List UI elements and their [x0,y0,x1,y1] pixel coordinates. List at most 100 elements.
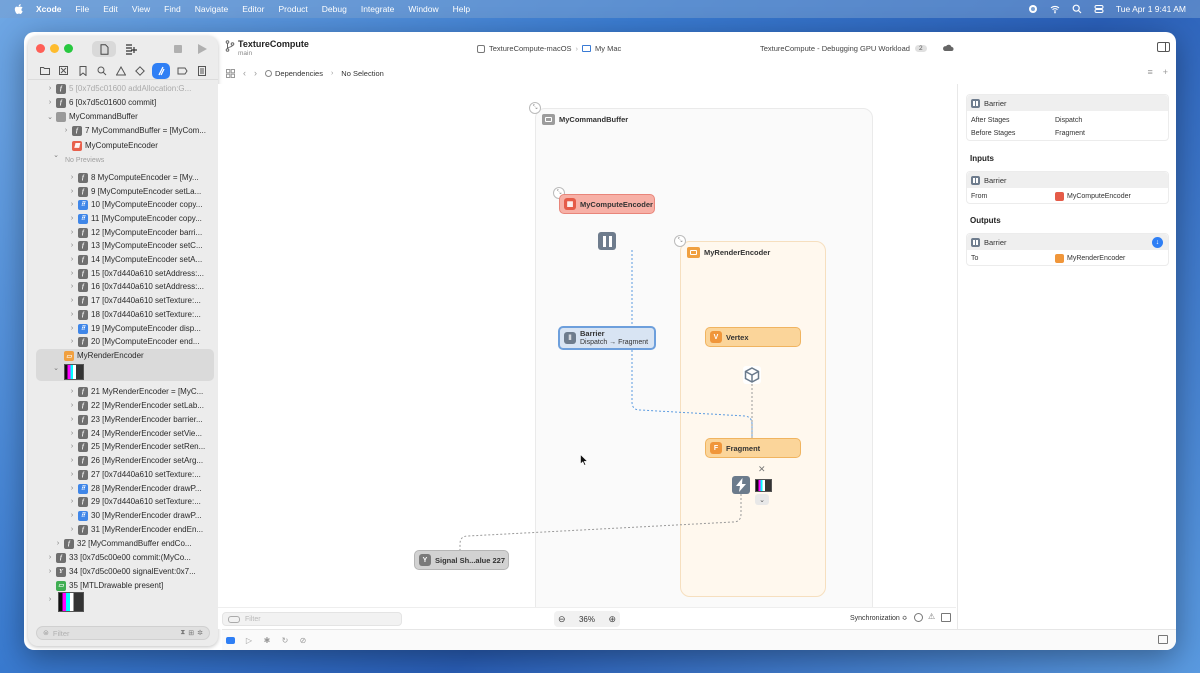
chevron-right-icon[interactable]: › [46,85,54,92]
tab-breakpoints[interactable] [176,64,189,77]
gear-icon[interactable] [914,613,923,622]
barrier-node[interactable]: ‖ Barrier Dispatch → Fragment [558,326,656,350]
chevron-down-icon[interactable]: ⌄ [46,113,54,121]
chevron-right-icon[interactable]: › [54,540,62,547]
chevron-right-icon[interactable]: › [68,471,76,478]
chevron-right-icon[interactable]: › [46,99,54,106]
chevron-right-icon[interactable]: › [68,297,76,304]
dependency-graph-canvas[interactable]: ⤡ MyCommandBuffer ⤡ MyRenderEncoder ⤡ ▦ … [218,84,956,618]
list-item-toggle[interactable]: ⌄ [52,148,60,161]
chevron-right-icon[interactable]: › [68,457,76,464]
back-arrow-icon[interactable]: ‹ [243,68,246,78]
compute-encoder-node[interactable]: ▦ MyComputeEncoder [559,194,655,214]
from-row[interactable]: From MyComputeEncoder [967,190,1168,203]
zoom-in-icon[interactable]: ⊕ [608,614,616,625]
list-item[interactable]: › ⠿ 28 [MyRenderEncoder drawP... [68,482,202,495]
grid-icon[interactable] [226,68,235,78]
drawable-preview-thumbnail[interactable] [58,592,84,612]
run-button[interactable] [198,44,207,54]
list-item[interactable]: › f 27 [0x7d440a610 setTexture:... [68,468,201,481]
list-item[interactable]: › f 18 [0x7d440a610 setTexture:... [68,308,201,321]
menu-window[interactable]: Window [408,4,438,14]
record-icon[interactable] [1028,4,1038,14]
list-item[interactable]: › f 23 [MyRenderEncoder barrier... [68,413,203,426]
list-item[interactable]: › f 31 [MyRenderEncoder endEn... [68,523,203,536]
scheme-name[interactable]: TextureCompute-macOS [489,44,572,53]
list-item[interactable]: › f 8 MyComputeEncoder = [My... [68,171,199,184]
chevron-right-icon[interactable]: › [68,311,76,318]
list-item[interactable]: › f 15 [0x7d440a610 setAddress:... [68,267,204,280]
chevron-right-icon[interactable]: › [46,596,54,603]
list-item-toggle[interactable]: › [46,593,54,606]
warning-icon[interactable]: ⚠ [928,612,935,621]
tab-tests[interactable] [133,64,146,77]
chevron-right-icon[interactable]: › [68,242,76,249]
close-icon[interactable]: ✕ [758,464,766,475]
chevron-right-icon[interactable]: › [68,215,76,222]
filter-settings-icon[interactable]: ✲ [197,629,203,637]
library-button[interactable] [124,42,138,56]
list-item[interactable]: › f 5 [0x7d5c01600 addAllocation:G... [46,82,191,95]
location-icon[interactable]: ⊘ [298,635,308,645]
tab-bookmarks[interactable] [76,64,89,77]
close-window-button[interactable] [36,44,45,53]
breadcrumb-dependencies[interactable]: Dependencies [275,69,323,78]
zoom-window-button[interactable] [64,44,73,53]
chevron-right-icon[interactable]: › [62,127,70,134]
render-preview-thumbnail[interactable] [64,364,84,380]
panel-icon[interactable] [941,613,951,622]
list-item[interactable]: › ⠿ 30 [MyRenderEncoder drawP... [68,509,202,522]
chevron-down-double-icon[interactable]: ⌄ [755,494,769,505]
menu-editor[interactable]: Editor [242,4,264,14]
list-item[interactable]: › f 29 [0x7d440a610 setTexture:... [68,495,201,508]
add-editor-icon[interactable]: + [1163,67,1168,77]
status-badge[interactable]: 2 [914,45,927,52]
navigator-toggle-button[interactable] [92,41,116,57]
breadcrumb-selection[interactable]: No Selection [341,69,384,78]
list-item[interactable]: › f 9 [MyComputeEncoder setLa... [68,185,201,198]
filter-options[interactable]: ⧗ ⊞ ✲ [180,629,203,637]
chevron-right-icon[interactable]: › [68,402,76,409]
filter-options-icon[interactable]: ⧗ [180,629,185,637]
list-item[interactable]: › f 7 MyCommandBuffer = [MyCom... [62,124,206,137]
chevron-right-icon[interactable]: › [68,283,76,290]
tab-project-navigator[interactable] [38,64,51,77]
chevron-right-icon[interactable]: › [68,512,76,519]
list-item-compute-encoder[interactable]: ▦ MyComputeEncoder [62,139,158,152]
list-item[interactable]: › f 16 [0x7d440a610 setAddress:... [68,280,204,293]
chevron-right-icon[interactable]: › [68,443,76,450]
list-item[interactable]: › f 33 [0x7d5c00e00 commit:(MyCo... [46,551,191,564]
list-item[interactable]: › f 21 MyRenderEncoder = [MyC... [68,385,203,398]
chevron-down-icon[interactable]: ⌄ [52,151,60,159]
list-item-toggle[interactable]: ⌄ [52,361,60,374]
download-arrow-icon[interactable]: ↓ [1152,236,1163,248]
tab-reports[interactable] [195,64,208,77]
canvas-filter-field[interactable]: Filter [222,612,402,626]
menu-find[interactable]: Find [164,4,181,14]
console-toggle-icon[interactable] [1158,635,1168,644]
tab-find[interactable] [95,64,108,77]
tab-debug-navigator[interactable] [152,62,170,79]
list-item[interactable]: › f 24 [MyRenderEncoder setVie... [68,427,202,440]
continue-icon[interactable]: ▷ [244,635,254,645]
menubar-clock[interactable]: Tue Apr 1 9:41 AM [1116,4,1186,14]
inspector-toggle-button[interactable] [1157,42,1170,52]
chevron-right-icon[interactable]: › [46,554,54,561]
chevron-right-icon[interactable]: › [68,256,76,263]
menu-edit[interactable]: Edit [103,4,118,14]
list-item[interactable]: › ⠿ 19 [MyComputeEncoder disp... [68,322,201,335]
list-item[interactable]: › f 32 [MyCommandBuffer endCo... [54,537,192,550]
from-link[interactable]: MyComputeEncoder [1055,192,1131,201]
project-name[interactable]: TextureCompute [238,39,309,49]
menu-help[interactable]: Help [453,4,470,14]
zoom-out-icon[interactable]: ⊖ [558,614,566,625]
menu-app[interactable]: Xcode [36,4,62,14]
list-item[interactable]: › f 17 [0x7d440a610 setTexture:... [68,294,201,307]
stop-button[interactable] [174,45,182,53]
menu-debug[interactable]: Debug [322,4,347,14]
to-link[interactable]: MyRenderEncoder [1055,254,1125,263]
list-item[interactable]: › Y 34 [0x7d5c00e00 signalEvent:0x7... [46,565,196,578]
menu-view[interactable]: View [132,4,150,14]
debug-area-toggle-icon[interactable] [226,637,235,644]
list-item[interactable]: › f 12 [MyComputeEncoder barri... [68,226,202,239]
